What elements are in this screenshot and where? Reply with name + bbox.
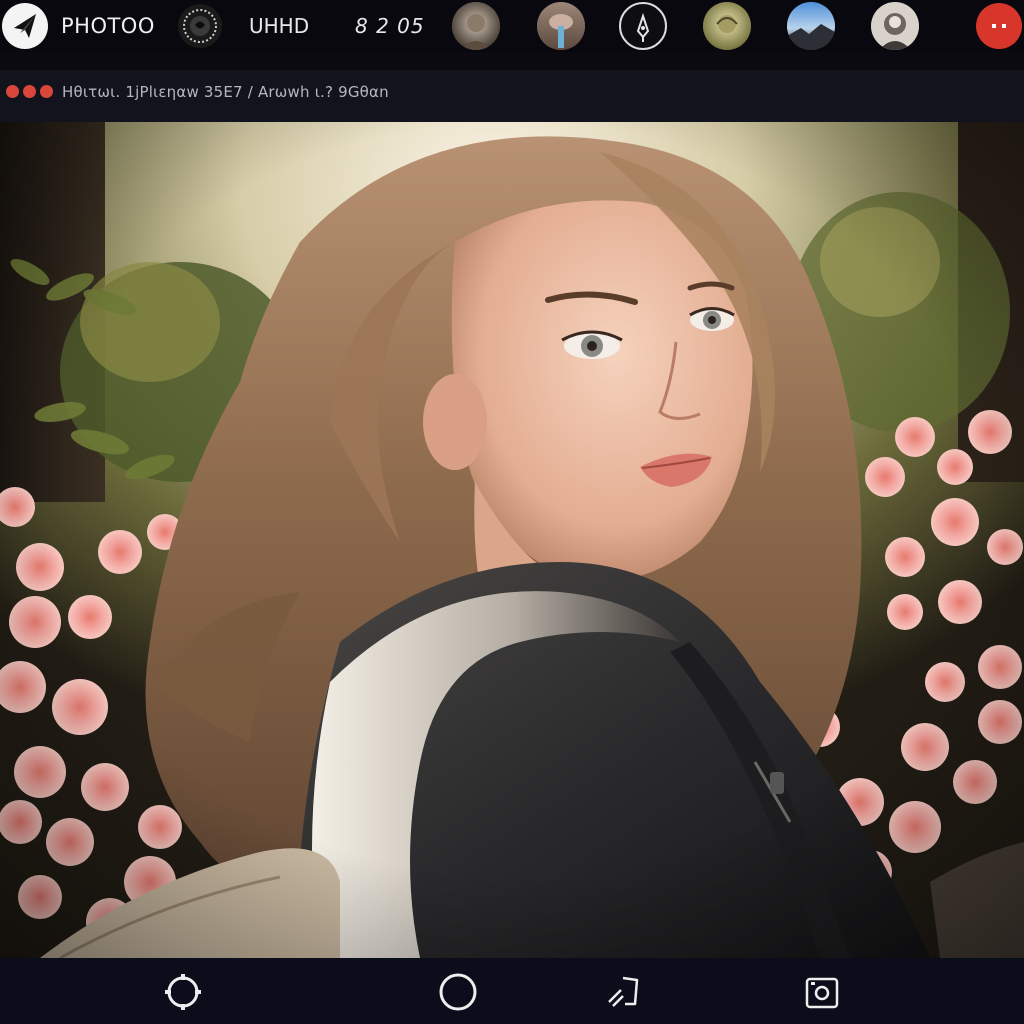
filter-ring-icon[interactable] [176, 2, 224, 50]
breadcrumb[interactable]: Ηθιτωι. 1ϳΡlιεηαw 35Ε7 / Αrωwh ι.? 9Gθαn [62, 82, 389, 102]
quality-label: UHHD [249, 14, 310, 38]
photo-canvas[interactable] [0, 122, 1024, 958]
avatar-2[interactable] [537, 2, 585, 50]
bottom-toolbar [0, 958, 1024, 1024]
paper-plane-icon[interactable] [2, 3, 48, 49]
avatar-5[interactable] [871, 2, 919, 50]
counter-label: 8 2 05 [355, 14, 425, 38]
edit-pen-icon[interactable] [619, 2, 667, 50]
crop-arrow-icon[interactable] [603, 972, 643, 1012]
top-bar: PHOTOO UHHD 8 2 05 [0, 0, 1024, 52]
window-dot-maximize[interactable] [40, 85, 53, 98]
shutter-circle-icon[interactable] [438, 972, 478, 1012]
avatar-1[interactable] [452, 2, 500, 50]
record-button[interactable] [976, 3, 1022, 49]
window-dot-close[interactable] [6, 85, 19, 98]
avatar-3[interactable] [703, 2, 751, 50]
app-name: PHOTOO [61, 14, 155, 38]
camera-icon[interactable] [802, 972, 842, 1012]
address-bar: Ηθιτωι. 1ϳΡlιεηαw 35Ε7 / Αrωwh ι.? 9Gθαn [0, 52, 1024, 122]
window-dot-minimize[interactable] [23, 85, 36, 98]
avatar-4[interactable] [787, 2, 835, 50]
settings-ring-icon[interactable] [163, 972, 203, 1012]
